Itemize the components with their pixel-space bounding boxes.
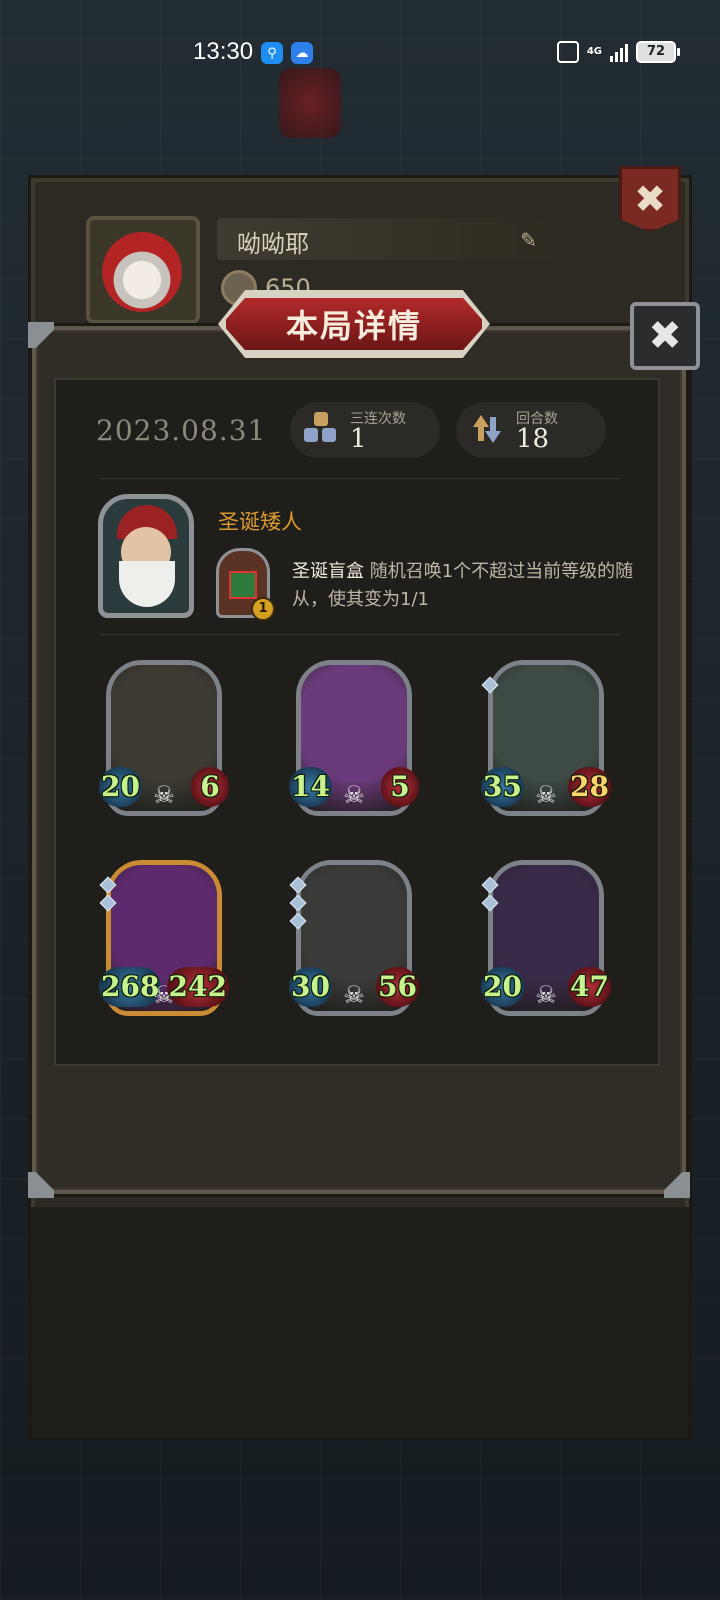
title-banner: 本局详情 bbox=[222, 294, 486, 354]
minion-card-bell-robot-minion[interactable]: 35 ☠ 28 bbox=[481, 660, 611, 816]
battery-icon: 72 bbox=[636, 41, 680, 63]
hero-portrait[interactable] bbox=[98, 494, 194, 618]
triple-icon bbox=[300, 408, 342, 450]
panel-bottom-shade bbox=[31, 1207, 689, 1437]
corner-decoration bbox=[28, 322, 54, 348]
health-value: 28 bbox=[568, 767, 611, 807]
skill-title: 圣诞盲盒 bbox=[292, 561, 364, 582]
status-time: 13:30 bbox=[193, 38, 254, 65]
hero-skill-icon[interactable]: 1 bbox=[216, 548, 275, 621]
attack-value: 268 bbox=[99, 967, 162, 1007]
skull-icon: ☠ bbox=[535, 781, 557, 809]
attack-value: 20 bbox=[481, 967, 524, 1007]
skull-icon: ☠ bbox=[343, 781, 365, 809]
profile-avatar-frame[interactable] bbox=[86, 216, 200, 324]
minion-card-robot-minion[interactable]: 20 ☠ 6 bbox=[99, 660, 229, 816]
stat-value: 18 bbox=[516, 424, 550, 454]
name-bar[interactable]: 呦呦耶 ✎ bbox=[217, 218, 551, 260]
hero-name: 圣诞矮人 bbox=[218, 510, 302, 534]
lantern-decoration bbox=[279, 68, 341, 138]
rounds-stat: 回合数 18 bbox=[456, 402, 606, 458]
corner-decoration bbox=[28, 1172, 54, 1198]
hero-skill-description: 圣诞盲盒 随机召唤1个不超过当前等级的随从，使其变为1/1 bbox=[292, 558, 648, 614]
health-value: 5 bbox=[381, 767, 419, 807]
search-app-icon: ⚲ bbox=[261, 42, 283, 64]
close-button[interactable]: ✖ bbox=[630, 302, 700, 370]
minion-card-serpent-king-minion[interactable]: 268 ☠ 242 bbox=[99, 860, 229, 1016]
dialog-title: 本局详情 bbox=[285, 307, 422, 345]
health-value: 242 bbox=[166, 967, 229, 1007]
divider bbox=[100, 634, 620, 635]
attack-value: 20 bbox=[99, 767, 142, 807]
match-date: 2023.08.31 bbox=[96, 414, 267, 447]
vibrate-icon bbox=[556, 41, 579, 63]
minion-card-clown-minion[interactable]: 20 ☠ 47 bbox=[481, 860, 611, 1016]
close-icon: ✖ bbox=[648, 313, 682, 359]
edit-icon[interactable]: ✎ bbox=[520, 228, 537, 252]
skull-icon: ☠ bbox=[535, 981, 557, 1009]
corner-decoration bbox=[664, 1172, 690, 1198]
skull-icon: ☠ bbox=[343, 981, 365, 1009]
skull-icon: ☠ bbox=[153, 781, 175, 809]
minion-card-missile-minion[interactable]: 14 ☠ 5 bbox=[289, 660, 419, 816]
gift-icon bbox=[229, 571, 257, 599]
hero-beard bbox=[119, 561, 175, 607]
rounds-icon bbox=[466, 408, 508, 450]
attack-value: 30 bbox=[289, 967, 332, 1007]
attack-value: 35 bbox=[481, 767, 524, 807]
network-type: 4G bbox=[586, 46, 602, 57]
attack-value: 14 bbox=[289, 767, 332, 807]
minion-card-knight-minion[interactable]: 30 ☠ 56 bbox=[289, 860, 419, 1016]
status-right-group: 4G 72 bbox=[556, 41, 680, 63]
skill-cost-badge: 1 bbox=[251, 597, 275, 621]
status-bar: 13:30 ⚲ ☁ 4G 72 bbox=[0, 30, 720, 76]
stat-value: 1 bbox=[350, 424, 367, 454]
signal-icon bbox=[610, 42, 628, 62]
weather-app-icon: ☁ bbox=[291, 42, 313, 64]
profile-close-button[interactable]: ✖ bbox=[619, 166, 681, 232]
triple-count-stat: 三连次数 1 bbox=[290, 402, 440, 458]
divider bbox=[100, 478, 620, 479]
player-name: 呦呦耶 bbox=[237, 230, 309, 258]
health-value: 56 bbox=[376, 967, 419, 1007]
health-value: 47 bbox=[568, 967, 611, 1007]
health-value: 6 bbox=[191, 767, 229, 807]
avatar bbox=[102, 232, 182, 312]
